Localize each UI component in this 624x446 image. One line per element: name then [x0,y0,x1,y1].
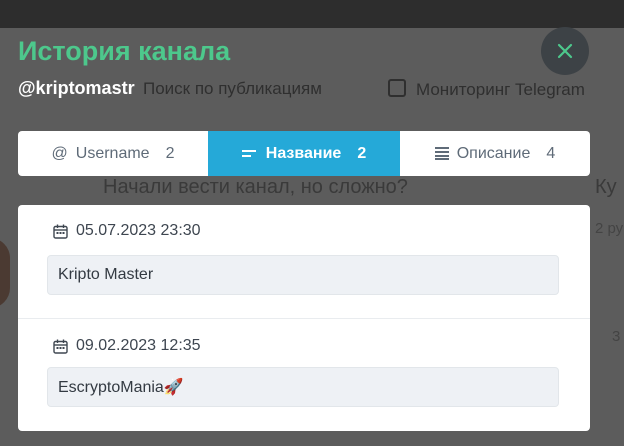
background-nav-search: Поиск по публикациям [143,79,322,98]
tab-count: 4 [546,144,556,162]
history-entry: 05.07.2023 23:30 Kripto Master [18,205,590,319]
title-lines-icon [241,148,258,160]
tab-label: Описание [456,144,531,162]
channel-username: @kriptomastr [18,78,135,98]
history-entry: 09.02.2023 12:35 EscryptoMania🚀 [18,319,590,431]
close-icon [557,43,573,59]
history-list: 05.07.2023 23:30 Kripto Master 09.02.202… [18,205,590,431]
background-card-heading-right: Ку [595,176,617,198]
calendar-icon [53,224,68,239]
at-icon: @ [51,144,68,162]
tab-label: Название [265,144,342,162]
background-small-text: 2 ру [595,220,624,237]
tab-description[interactable]: Описание 4 [400,131,590,176]
background-small-text-2: 3 [612,328,621,345]
background-nav-monitoring: Мониторинг Telegram [388,79,585,100]
entry-date: 09.02.2023 12:35 [76,337,201,354]
tab-label: Username [75,144,150,162]
modal-title: История канала [18,36,231,66]
entry-date: 05.07.2023 23:30 [76,222,201,239]
tab-name[interactable]: Название 2 [208,131,400,176]
text-lines-icon [434,147,449,160]
tab-count: 2 [357,144,367,162]
entry-date-row: 05.07.2023 23:30 [53,222,201,240]
tab-username[interactable]: @ Username 2 [18,131,208,176]
entry-date-row: 09.02.2023 12:35 [53,337,201,355]
entry-value: EscryptoMania🚀 [47,367,559,407]
history-tabs: @ Username 2 Название 2 Описание 4 [18,131,590,176]
entry-value: Kripto Master [47,255,559,295]
calendar-icon [53,339,68,354]
background-card-heading: Начали вести канал, но сложно? [103,176,408,198]
background-top-bar [0,0,624,28]
monitoring-icon [388,79,406,97]
close-button[interactable] [541,27,589,75]
tab-count: 2 [165,144,175,162]
